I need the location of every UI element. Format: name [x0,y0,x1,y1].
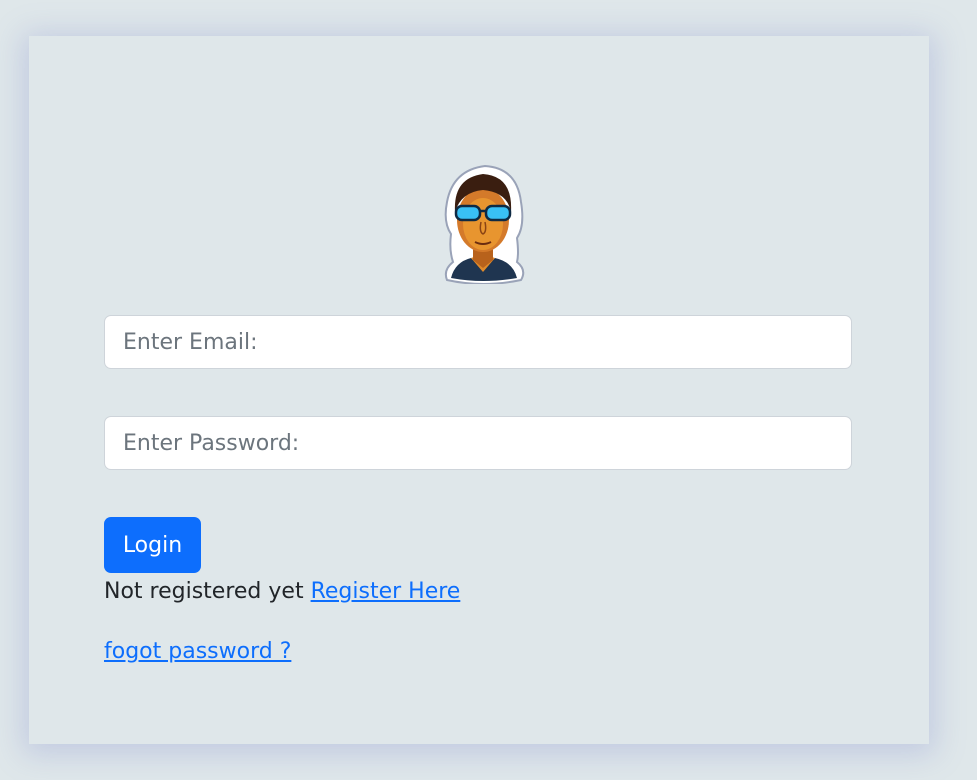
email-input[interactable] [104,315,852,369]
register-prompt-line: Not registered yet Register Here [104,577,460,607]
forgot-password-link[interactable]: fogot password ? [104,637,291,667]
password-input[interactable] [104,416,852,470]
register-link[interactable]: Register Here [311,579,461,604]
login-card: Login Not registered yet Register Here f… [29,36,929,744]
register-prompt-text: Not registered yet [104,579,304,604]
login-button[interactable]: Login [104,517,201,573]
avatar-icon [444,164,525,284]
